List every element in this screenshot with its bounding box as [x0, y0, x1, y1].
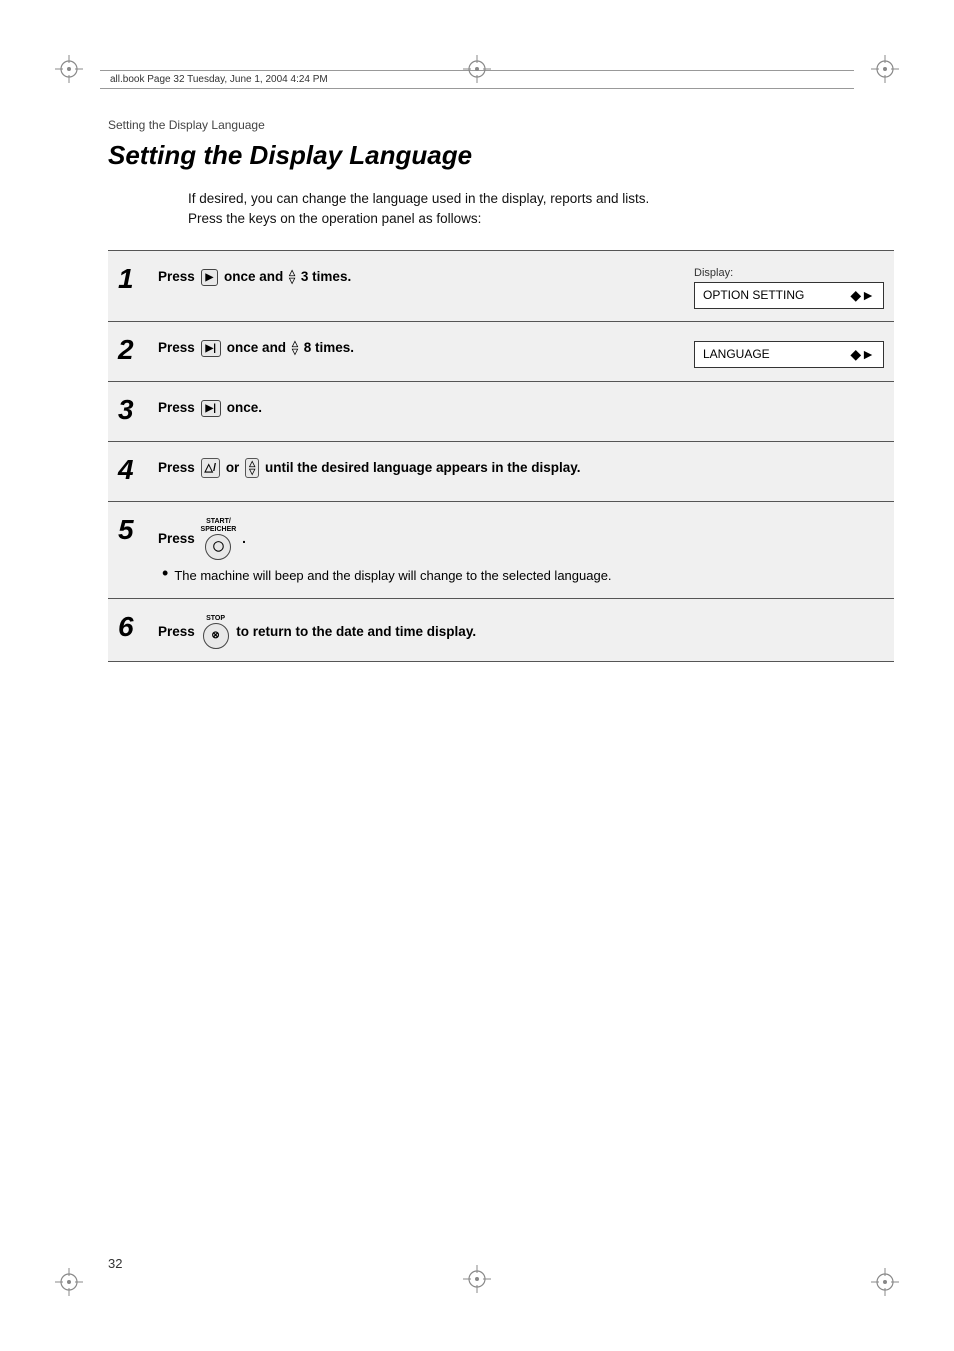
step-1-content: Press ▶ once and △ ▽ 3 times. Display: O… — [158, 263, 894, 309]
step-4-content: Press △/ or △ ▽ until the desired langua… — [158, 454, 894, 479]
step-2-number: 2 — [108, 334, 158, 364]
intro-line2: Press the keys on the operation panel as… — [188, 211, 481, 226]
bullet-dot: • — [162, 564, 168, 582]
step-6-content: Press STOP ⊗ to return to the date and t… — [158, 611, 894, 649]
step-1-display: Display: OPTION SETTING ◆► — [694, 267, 894, 309]
step-1-instruction: Press ▶ once and △ ▽ 3 times. — [158, 267, 694, 287]
step-1-number: 1 — [108, 263, 158, 293]
stop-label: STOP — [206, 615, 225, 623]
step-4: 4 Press △/ or △ ▽ until the desired lang… — [108, 442, 894, 502]
step-2-display-box: LANGUAGE ◆► — [694, 341, 884, 368]
stop-button: STOP ⊗ — [201, 615, 231, 649]
corner-mark-bottom-center — [463, 1265, 491, 1296]
button-skip2-icon: ▶| — [201, 400, 222, 417]
step-5-bullet-text: The machine will beep and the display wi… — [174, 566, 611, 586]
step-4-instruction: Press △/ or △ ▽ until the desired langua… — [158, 458, 894, 479]
corner-mark-tl — [55, 55, 83, 83]
step-6: 6 Press STOP ⊗ to return to the date and… — [108, 599, 894, 662]
file-header-text: all.book Page 32 Tuesday, June 1, 2004 4… — [110, 74, 328, 85]
corner-mark-br — [871, 1268, 899, 1296]
start-speicher-button: START/SPEICHER ◯ — [201, 518, 237, 561]
step-1-display-arrow: ◆► — [850, 287, 875, 304]
step-2-instruction: Press ▶| once and △ ▽ 8 times. — [158, 338, 694, 358]
step-1-display-text: OPTION SETTING — [703, 288, 804, 302]
step-3-instruction: Press ▶| once. — [158, 398, 894, 418]
step-4-number: 4 — [108, 454, 158, 484]
step-3-content: Press ▶| once. — [158, 394, 894, 418]
step-6-number: 6 — [108, 611, 158, 641]
step-1-display-box: OPTION SETTING ◆► — [694, 282, 884, 309]
step-5-number: 5 — [108, 514, 158, 544]
step-1-display-label: Display: — [694, 267, 884, 279]
breadcrumb: Setting the Display Language — [108, 118, 265, 132]
step-6-instruction: Press STOP ⊗ to return to the date and t… — [158, 615, 894, 649]
step-2-display: LANGUAGE ◆► — [694, 338, 894, 368]
step-5-bullet: • The machine will beep and the display … — [158, 566, 884, 586]
step-1: 1 Press ▶ once and △ ▽ 3 times. Display:… — [108, 251, 894, 322]
corner-mark-bl — [55, 1268, 83, 1296]
stop-circle: ⊗ — [203, 623, 229, 649]
step-2-content: Press ▶| once and △ ▽ 8 times. LANGUAGE … — [158, 334, 894, 368]
step-5: 5 Press START/SPEICHER ◯ . • The machine… — [108, 502, 894, 599]
step-5-main-text: Press START/SPEICHER ◯ . — [158, 518, 884, 561]
page-number: 32 — [108, 1256, 122, 1271]
step-2-display-text: LANGUAGE — [703, 347, 770, 361]
step-5-content: Press START/SPEICHER ◯ . • The machine w… — [158, 514, 894, 586]
step-3-number: 3 — [108, 394, 158, 424]
start-speicher-circle: ◯ — [205, 534, 231, 560]
intro-line1: If desired, you can change the language … — [188, 191, 649, 206]
button-record-icon: ▶ — [201, 269, 219, 286]
page-title: Setting the Display Language — [108, 140, 894, 171]
button-skip-icon: ▶| — [201, 340, 222, 357]
step-2-display-arrow: ◆► — [850, 346, 875, 363]
main-content: Setting the Display Language If desired,… — [108, 140, 894, 662]
start-speicher-label: START/SPEICHER — [201, 518, 237, 535]
corner-mark-tr — [871, 55, 899, 83]
corner-mark-top-center — [463, 55, 491, 86]
step-2: 2 Press ▶| once and △ ▽ 8 times. LANGUAG… — [108, 322, 894, 382]
intro-text: If desired, you can change the language … — [188, 189, 894, 230]
steps-container: 1 Press ▶ once and △ ▽ 3 times. Display:… — [108, 250, 894, 663]
step-5-instruction: Press START/SPEICHER ◯ . • The machine w… — [158, 518, 894, 586]
step-3: 3 Press ▶| once. — [108, 382, 894, 442]
